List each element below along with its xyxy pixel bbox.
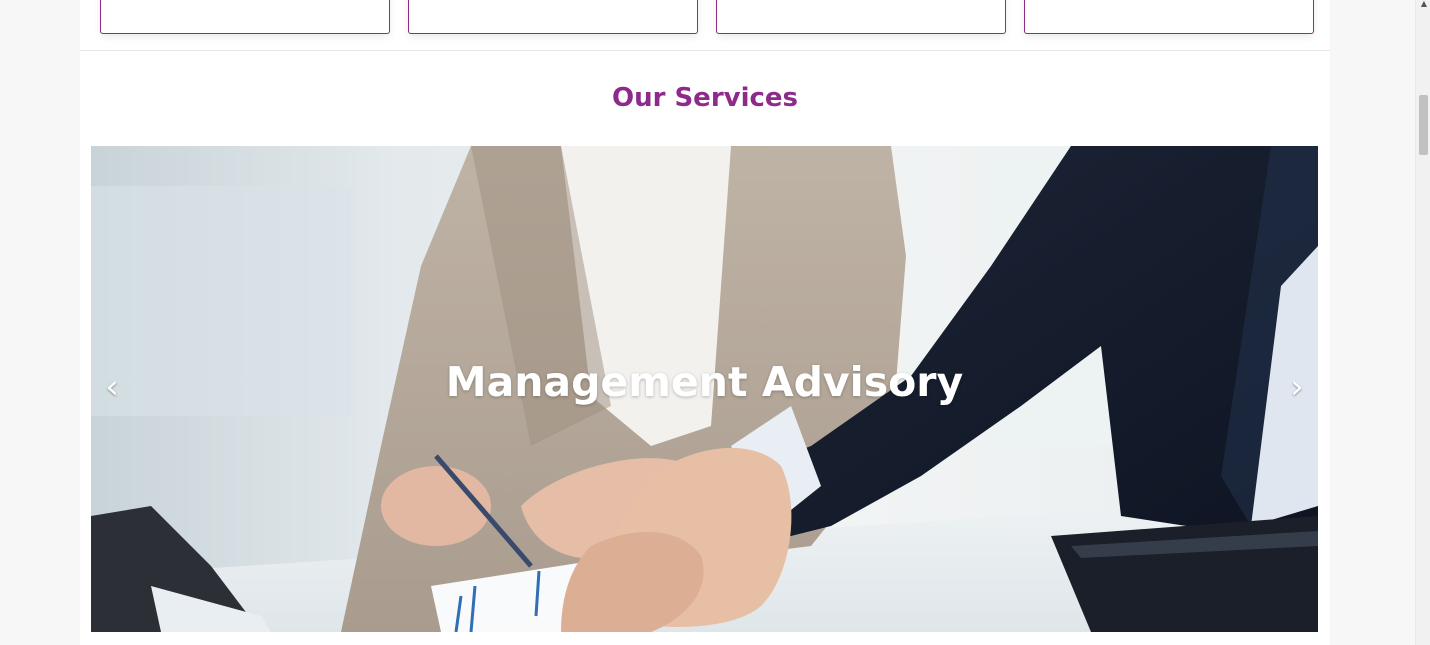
- scrollbar-thumb[interactable]: [1419, 95, 1428, 155]
- scroll-up-arrow-icon[interactable]: ▲: [1421, 0, 1427, 8]
- carousel-next-button[interactable]: ›: [1277, 364, 1317, 410]
- feature-card-1[interactable]: [100, 0, 390, 34]
- services-carousel[interactable]: Management Advisory ‹ ›: [91, 146, 1318, 632]
- feature-card-4[interactable]: [1024, 0, 1314, 34]
- services-section-title: Our Services: [611, 83, 799, 113]
- carousel-slide-caption: Management Advisory: [445, 358, 964, 406]
- feature-card-3[interactable]: [716, 0, 1006, 34]
- page-scrollbar[interactable]: ▲: [1415, 0, 1430, 645]
- feature-cards-row: [80, 0, 1330, 51]
- main-content: Our Services Management Advisory ‹ ›: [80, 0, 1330, 645]
- feature-card-2[interactable]: [408, 0, 698, 34]
- chevron-left-icon: ‹: [105, 367, 119, 407]
- carousel-prev-button[interactable]: ‹: [92, 364, 132, 410]
- chevron-right-icon: ›: [1290, 367, 1304, 407]
